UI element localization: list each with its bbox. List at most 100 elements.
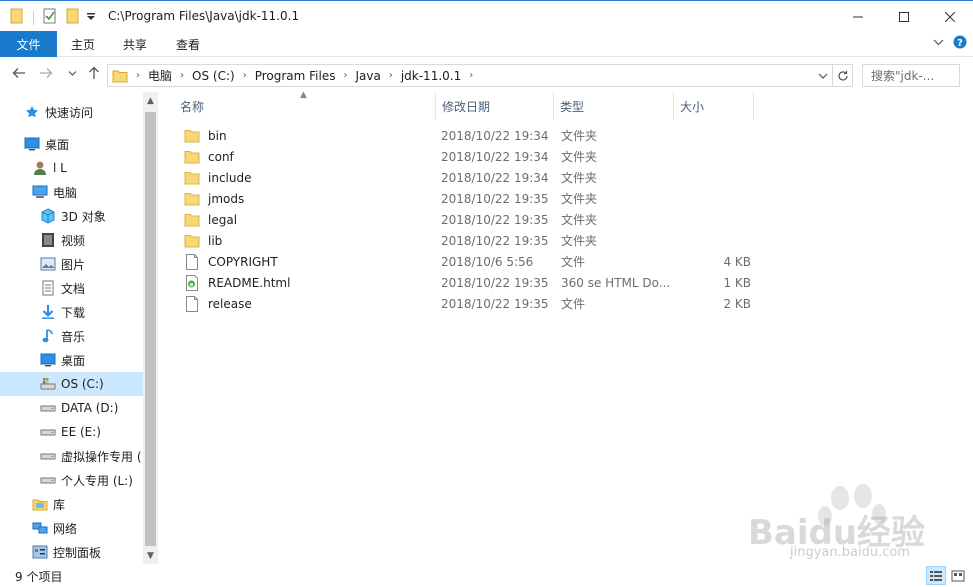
back-button[interactable] <box>12 66 26 80</box>
file-size: 4 KB <box>723 254 751 269</box>
address-history-button[interactable] <box>818 71 828 81</box>
item-count: 9 个项目 <box>15 570 63 584</box>
navigation-bar: › 电脑 › OS (C:) › Program Files › Java › … <box>0 58 973 92</box>
file-row[interactable]: conf 2018/10/22 19:34 文件夹 <box>176 146 776 167</box>
breadcrumb-computer[interactable]: 电脑 <box>148 67 172 84</box>
file-name-cell[interactable]: legal <box>184 209 434 230</box>
chevron-down-icon <box>68 71 77 76</box>
drive-icon <box>40 448 56 464</box>
sidebar-item[interactable]: 图片 <box>0 252 143 276</box>
refresh-button[interactable] <box>833 64 853 87</box>
details-view-button[interactable] <box>926 566 946 585</box>
drive-icon <box>40 424 56 440</box>
forward-button[interactable] <box>39 66 53 80</box>
sidebar-item[interactable]: 桌面 <box>0 132 143 156</box>
new-folder-icon[interactable] <box>66 8 80 27</box>
sidebar-item[interactable]: 虚拟操作专用 ( <box>0 444 143 468</box>
sidebar-item[interactable]: OS (C:) <box>0 372 143 396</box>
tab-file[interactable]: 文件 <box>0 31 57 57</box>
sidebar-item[interactable]: 个人专用 (L:) <box>0 468 143 492</box>
window-title: C:\Program Files\Java\jdk-11.0.1 <box>108 9 300 23</box>
file-row[interactable]: COPYRIGHT 2018/10/6 5:56 文件 4 KB <box>176 251 776 272</box>
sidebar-item-label: 控制面板 <box>53 545 102 560</box>
column-header-size[interactable]: 大小 <box>674 92 754 120</box>
scroll-down-arrow[interactable]: ▼ <box>143 547 158 564</box>
sidebar-item[interactable]: 文档 <box>0 276 143 300</box>
sidebar-item[interactable]: 音乐 <box>0 324 143 348</box>
os-drive-icon <box>40 376 56 392</box>
navigation-scrollbar[interactable]: ▲ ▼ <box>143 92 158 564</box>
file-name: legal <box>208 212 238 227</box>
breadcrumb-os-drive[interactable]: OS (C:) <box>192 69 235 83</box>
column-header-date[interactable]: 修改日期 <box>436 92 554 120</box>
properties-icon[interactable] <box>43 8 57 27</box>
help-button[interactable]: ? <box>953 35 967 52</box>
file-name-cell[interactable]: conf <box>184 146 434 167</box>
address-bar[interactable]: › 电脑 › OS (C:) › Program Files › Java › … <box>107 64 833 87</box>
sidebar-item[interactable]: 库 <box>0 492 143 516</box>
file-row[interactable]: lib 2018/10/22 19:35 文件夹 <box>176 230 776 251</box>
file-name-cell[interactable]: e README.html <box>184 272 434 293</box>
file-row[interactable]: release 2018/10/22 19:35 文件 2 KB <box>176 293 776 314</box>
control-panel-icon <box>32 544 48 560</box>
sidebar-item-label: 3D 对象 <box>61 209 106 224</box>
customize-toolbar-icon[interactable] <box>86 11 96 25</box>
sidebar-item[interactable]: 下载 <box>0 300 143 324</box>
file-name-cell[interactable]: release <box>184 293 434 314</box>
close-button[interactable] <box>927 1 973 32</box>
quick-access-toolbar <box>10 8 96 27</box>
file-name: jmods <box>208 191 245 206</box>
sidebar-item[interactable]: 桌面 <box>0 348 143 372</box>
file-row[interactable]: jmods 2018/10/22 19:35 文件夹 <box>176 188 776 209</box>
column-header-name[interactable]: 名称 <box>174 92 436 120</box>
folder-icon <box>184 233 200 249</box>
sidebar-item[interactable]: 网络 <box>0 516 143 540</box>
sidebar-item[interactable]: l L <box>0 156 143 180</box>
file-size <box>681 188 751 209</box>
sidebar-item[interactable]: 视频 <box>0 228 143 252</box>
chevron-right-icon[interactable]: › <box>343 70 347 81</box>
maximize-button[interactable] <box>881 1 927 32</box>
file-name-cell[interactable]: jmods <box>184 188 434 209</box>
chevron-right-icon[interactable]: › <box>389 70 393 81</box>
breadcrumb-jdk[interactable]: jdk-11.0.1 <box>401 69 461 83</box>
chevron-down-icon <box>933 39 944 46</box>
file-row[interactable]: bin 2018/10/22 19:34 文件夹 <box>176 125 776 146</box>
sidebar-item[interactable]: 电脑 <box>0 180 143 204</box>
up-button[interactable] <box>87 66 101 80</box>
chevron-right-icon[interactable]: › <box>136 70 140 81</box>
file-row[interactable]: e README.html 2018/10/22 19:35 360 se HTML … <box>176 272 776 293</box>
status-bar: 9 个项目 <box>0 564 973 587</box>
tab-home[interactable]: 主页 <box>71 36 95 53</box>
sidebar-item[interactable]: DATA (D:) <box>0 396 143 420</box>
network-icon <box>32 520 48 536</box>
chevron-right-icon[interactable]: › <box>243 70 247 81</box>
breadcrumb-program-files[interactable]: Program Files <box>255 69 336 83</box>
user-icon <box>32 160 48 176</box>
recent-locations-button[interactable] <box>68 69 77 78</box>
sidebar-item[interactable]: 3D 对象 <box>0 204 143 228</box>
sidebar-item[interactable]: 控制面板 <box>0 540 143 564</box>
breadcrumb-java[interactable]: Java <box>355 69 380 83</box>
chevron-right-icon[interactable]: › <box>469 70 473 81</box>
minimize-button[interactable] <box>835 1 881 32</box>
file-row[interactable]: legal 2018/10/22 19:35 文件夹 <box>176 209 776 230</box>
tab-view[interactable]: 查看 <box>176 36 200 53</box>
file-type: 文件夹 <box>561 150 598 164</box>
chevron-right-icon[interactable]: › <box>180 70 184 81</box>
file-name-cell[interactable]: include <box>184 167 434 188</box>
expand-ribbon-button[interactable] <box>933 37 944 51</box>
search-input[interactable]: 搜索"jdk-... <box>862 64 960 87</box>
sidebar-item[interactable]: 快速访问 <box>0 100 143 124</box>
file-name-cell[interactable]: lib <box>184 230 434 251</box>
column-header-type[interactable]: 类型 <box>554 92 674 120</box>
file-row[interactable]: include 2018/10/22 19:34 文件夹 <box>176 167 776 188</box>
minimize-icon <box>853 16 863 17</box>
file-name-cell[interactable]: COPYRIGHT <box>184 251 434 272</box>
scroll-up-arrow[interactable]: ▲ <box>143 92 158 109</box>
sidebar-item[interactable]: EE (E:) <box>0 420 143 444</box>
file-name-cell[interactable]: bin <box>184 125 434 146</box>
tab-share[interactable]: 共享 <box>123 36 147 53</box>
large-icons-view-button[interactable] <box>948 566 968 585</box>
scrollbar-thumb[interactable] <box>145 112 156 546</box>
